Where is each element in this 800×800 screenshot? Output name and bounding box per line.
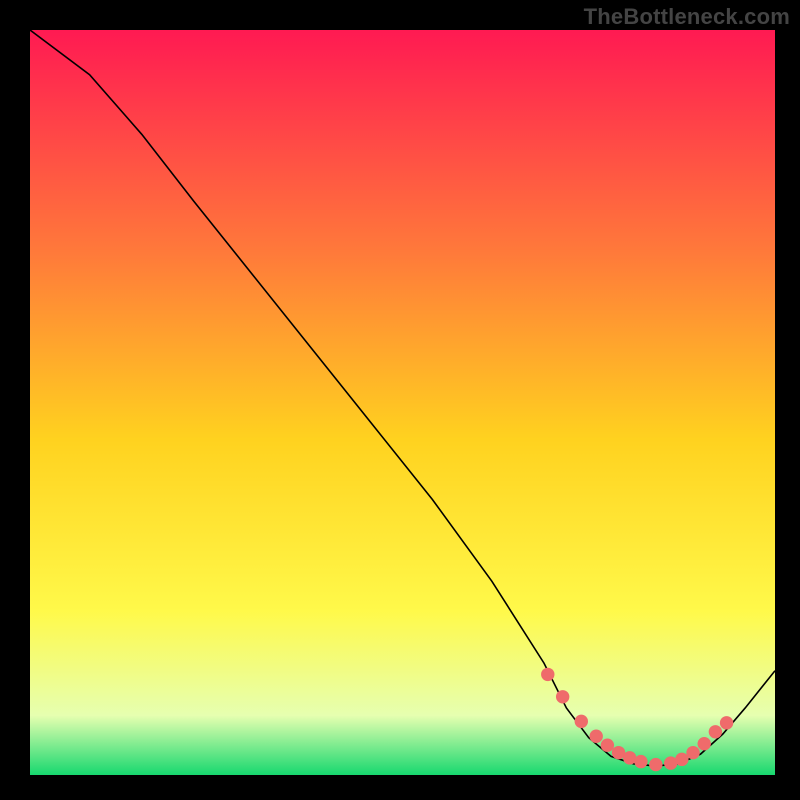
plot-area: [30, 30, 775, 775]
chart-frame: { "watermark": "TheBottleneck.com", "col…: [0, 0, 800, 800]
marker-dot: [675, 753, 688, 766]
watermark-text: TheBottleneck.com: [584, 4, 790, 30]
chart-svg: [30, 30, 775, 775]
marker-dot: [601, 738, 614, 751]
marker-dot: [575, 715, 588, 728]
marker-dot: [686, 746, 699, 759]
marker-dot: [541, 668, 554, 681]
marker-dot: [634, 755, 647, 768]
marker-dot: [649, 758, 662, 771]
marker-dot: [589, 730, 602, 743]
marker-dot: [720, 716, 733, 729]
marker-dot: [698, 737, 711, 750]
marker-dot: [709, 725, 722, 738]
marker-dot: [556, 690, 569, 703]
gradient-background: [30, 30, 775, 775]
